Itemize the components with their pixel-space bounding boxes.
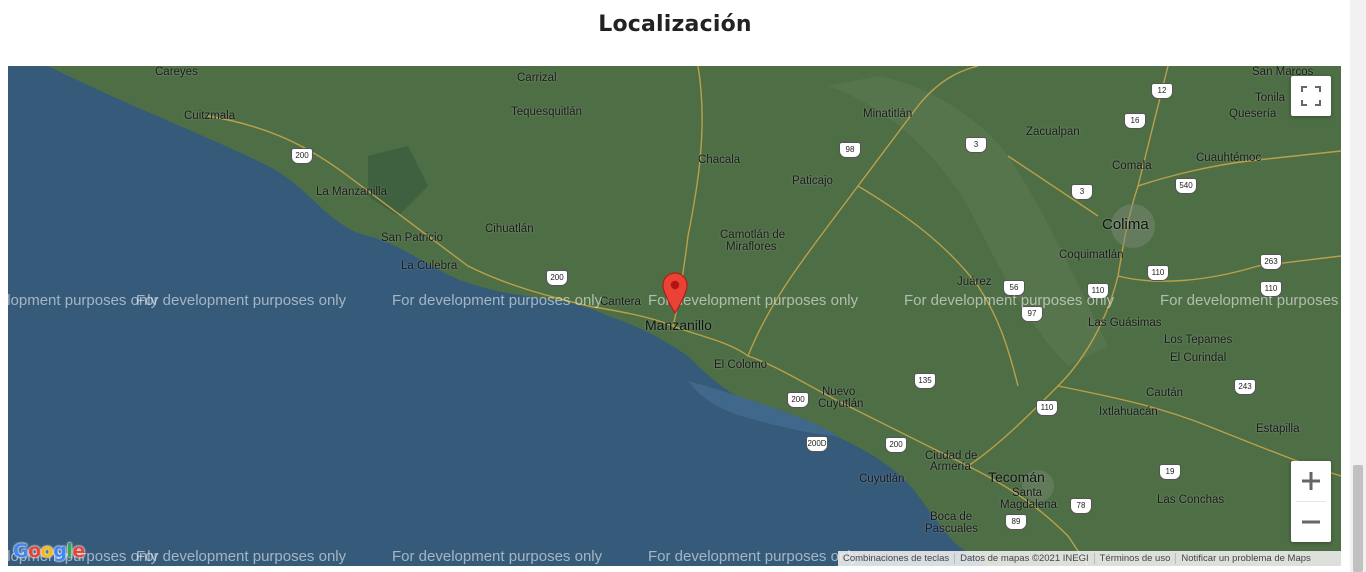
place-label: Boca de	[930, 511, 973, 523]
watermark-label: For development purposes only	[136, 548, 347, 565]
fullscreen-icon	[1301, 86, 1321, 106]
place-label: Carrizal	[517, 72, 557, 84]
route-shield: 110	[1147, 265, 1169, 281]
route-shield: 200	[291, 148, 313, 164]
route-shield: 16	[1124, 113, 1146, 129]
map-attribution: Combinaciones de teclas Datos de mapas ©…	[838, 551, 1341, 566]
place-label: Pascuales	[925, 523, 979, 535]
place-label: Tecomán	[988, 469, 1045, 485]
place-label: Cuyutlán	[859, 473, 905, 485]
watermark-label: For development purposes only	[392, 548, 603, 565]
page-scrollbar[interactable]	[1350, 0, 1366, 572]
place-label: Cuauhtémoc	[1196, 152, 1262, 164]
place-label: Armería	[930, 461, 971, 473]
google-logo: Google	[13, 540, 85, 562]
place-label: El Colomo	[714, 359, 768, 371]
place-label: Ixtlahuacán	[1099, 406, 1158, 418]
place-label: Quesería	[1229, 108, 1277, 120]
place-label: Paticajo	[792, 175, 833, 187]
zoom-control	[1291, 461, 1331, 542]
place-label: Cuitzmala	[184, 110, 236, 122]
map-data-credit: Datos de mapas ©2021 INEGI	[954, 553, 1093, 564]
place-label: Coquimatlán	[1059, 249, 1124, 261]
plus-icon	[1302, 472, 1320, 490]
place-label: Nuevo	[822, 386, 856, 398]
zoom-out-button[interactable]	[1291, 502, 1331, 542]
route-shield: 3	[965, 137, 987, 153]
zoom-in-button[interactable]	[1291, 461, 1331, 501]
place-label: Juárez	[957, 276, 992, 288]
watermark-label: For development purposes only	[136, 292, 347, 309]
place-label: La Culebra	[401, 260, 458, 272]
fullscreen-button[interactable]	[1291, 76, 1331, 116]
place-label: San Patricio	[381, 232, 444, 244]
route-shield: 19	[1159, 464, 1181, 480]
place-label: Minatitlán	[863, 108, 913, 120]
route-shield: 98	[839, 142, 861, 158]
place-label: El Curindal	[1170, 352, 1227, 364]
keyboard-shortcuts-link[interactable]: Combinaciones de teclas	[838, 553, 954, 564]
place-label: Los Tepames	[1164, 334, 1233, 346]
terms-link[interactable]: Términos de uso	[1093, 553, 1176, 564]
place-label: Tonila	[1255, 92, 1286, 104]
route-shield: 200	[546, 270, 568, 286]
route-shield: 89	[1005, 514, 1027, 530]
watermark-label: For development purposes only	[392, 292, 603, 309]
watermark-label: For development purposes only	[1160, 292, 1341, 309]
place-label: Cuyutlán	[818, 398, 864, 410]
place-label: Miraflores	[726, 241, 777, 253]
location-pin-icon[interactable]	[662, 272, 688, 314]
place-label: Las Conchas	[1157, 494, 1225, 506]
report-problem-link[interactable]: Notificar un problema de Maps	[1175, 553, 1315, 564]
place-label: Tequesquitlán	[511, 106, 582, 118]
route-shield: 200D	[806, 436, 828, 452]
route-shield: 540	[1175, 178, 1197, 194]
route-shield: 3	[1071, 184, 1093, 200]
place-label: Las Guásimas	[1088, 317, 1162, 329]
place-label: Cantera	[600, 296, 641, 308]
minus-icon	[1302, 520, 1320, 524]
watermark-label: For development purposes only	[648, 548, 859, 565]
map-container[interactable]: Careyes Carrizal San Marcos Cuitzmala Teques…	[8, 66, 1341, 566]
watermark-label: For development purposes only	[904, 292, 1115, 309]
place-label: Cihuatlán	[485, 223, 534, 235]
place-label: Careyes	[155, 66, 198, 78]
map-terrain[interactable]	[8, 66, 1341, 566]
route-shield: 263	[1260, 254, 1282, 270]
route-shield: 12	[1151, 83, 1173, 99]
section-title: Localización	[598, 12, 752, 37]
place-label: Chacala	[698, 154, 741, 166]
place-label: Estapilla	[1256, 423, 1300, 435]
place-label: Camotlán de	[720, 229, 786, 241]
place-label: Comala	[1112, 160, 1152, 172]
place-label: Zacualpan	[1026, 126, 1080, 138]
place-label: La Manzanilla	[316, 186, 387, 198]
scrollbar-thumb[interactable]	[1353, 465, 1363, 572]
place-label: Magdalena	[1000, 499, 1057, 511]
place-label: Caután	[1146, 387, 1184, 399]
route-shield: 243	[1234, 379, 1256, 395]
place-label: Santa	[1012, 487, 1043, 499]
route-shield: 135	[914, 373, 936, 389]
route-shield: 200	[885, 437, 907, 453]
route-shield: 200	[787, 392, 809, 408]
route-shield: 110	[1036, 400, 1058, 416]
route-shield: 78	[1070, 498, 1092, 514]
place-label: Colima	[1102, 216, 1149, 233]
place-label: Manzanillo	[645, 317, 712, 333]
